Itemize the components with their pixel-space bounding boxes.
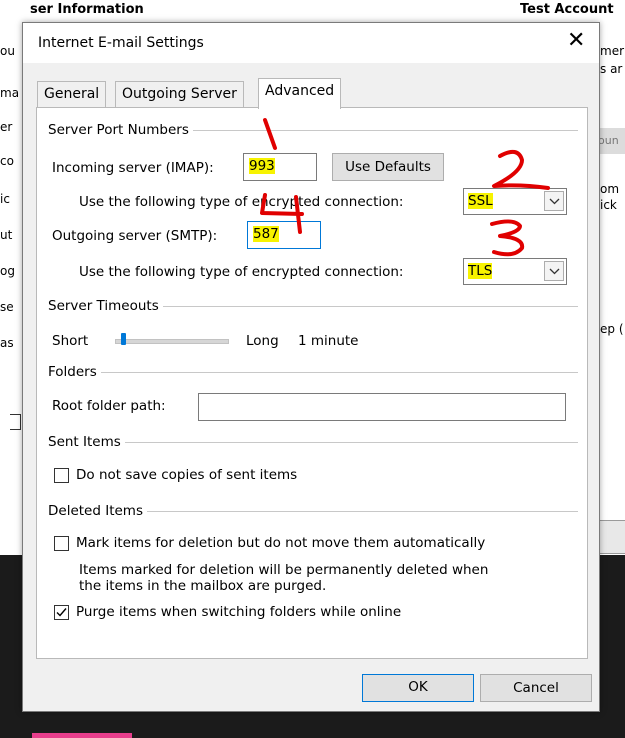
annotation-mark-2 — [492, 149, 550, 190]
group-deleted-items: Deleted Items — [48, 502, 147, 520]
annotation-mark-4 — [260, 193, 304, 234]
annotation-mark-1 — [263, 118, 277, 150]
tab-advanced[interactable]: Advanced — [258, 78, 342, 109]
annotation-mark-3 — [490, 219, 525, 257]
group-sent-items: Sent Items — [48, 433, 125, 451]
group-server-port-numbers: Server Port Numbers — [48, 121, 193, 139]
group-server-timeouts: Server Timeouts — [48, 297, 163, 315]
group-folders: Folders — [48, 363, 101, 381]
